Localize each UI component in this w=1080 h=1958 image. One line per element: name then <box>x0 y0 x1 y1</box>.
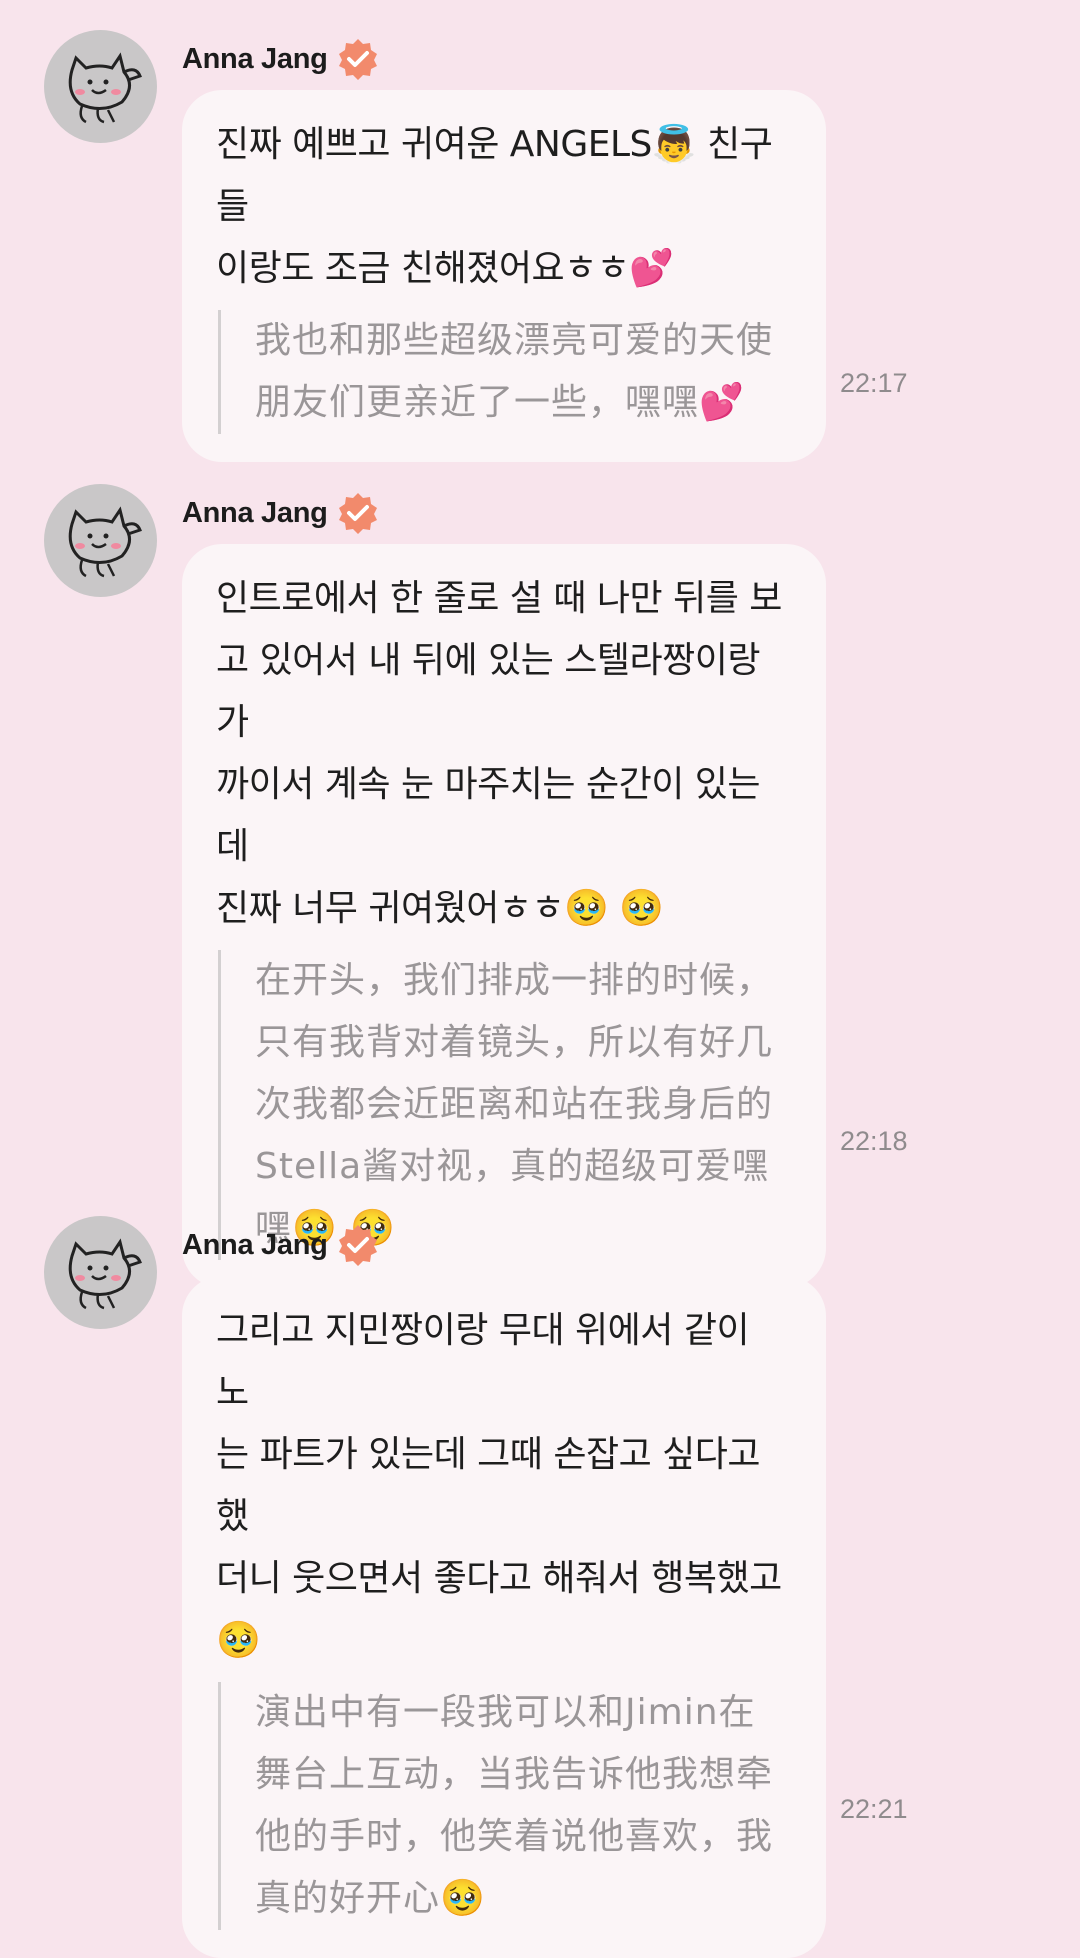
avatar[interactable] <box>44 30 157 143</box>
translation-quote: 在开头，我们排成一排的时候， 只有我背对着镜头，所以有好几 次我都会近距离和站在… <box>218 950 792 1260</box>
message-bubble[interactable]: 그리고 지민짱이랑 무대 위에서 같이 노 는 파트가 있는데 그때 손잡고 싶… <box>182 1276 826 1958</box>
cat-doodle-avatar-icon <box>68 52 142 124</box>
sender-name: Anna Jang <box>182 496 328 529</box>
message-text-korean: 진짜 예쁘고 귀여운 ANGELS👼 친구들 이랑도 조금 친해졌어요ㅎㅎ💕 <box>216 124 773 289</box>
message-text-chinese: 在开头，我们排成一排的时候， 只有我背对着镜头，所以有好几 次我都会近距离和站在… <box>255 960 774 1249</box>
verified-badge-icon <box>338 39 377 80</box>
translation-quote: 我也和那些超级漂亮可爱的天使 朋友们更亲近了一些，嘿嘿💕 <box>218 310 792 434</box>
message-text-chinese: 演出中有一段我可以和Jimin在 舞台上互动，当我告诉他我想牵 他的手时，他笑着… <box>255 1692 774 1919</box>
message-text-korean: 그리고 지민짱이랑 무대 위에서 같이 노 는 파트가 있는데 그때 손잡고 싶… <box>216 1310 782 1661</box>
message-bubble[interactable]: 인트로에서 한 줄로 설 때 나만 뒤를 보 고 있어서 내 뒤에 있는 스텔라… <box>182 544 826 1288</box>
avatar[interactable] <box>44 1216 157 1329</box>
verified-badge-icon <box>338 1225 377 1266</box>
message-timestamp: 22:17 <box>840 368 908 398</box>
message-text-chinese: 我也和那些超级漂亮可爱的天使 朋友们更亲近了一些，嘿嘿💕 <box>255 320 774 423</box>
sender-row: Anna Jang <box>182 36 380 82</box>
sender-name: Anna Jang <box>182 1228 328 1261</box>
sender-row: Anna Jang <box>182 1222 380 1268</box>
translation-quote: 演出中有一段我可以和Jimin在 舞台上互动，当我告诉他我想牵 他的手时，他笑着… <box>218 1682 792 1930</box>
sender-row: Anna Jang <box>182 490 380 536</box>
message-bubble[interactable]: 진짜 예쁘고 귀여운 ANGELS👼 친구들 이랑도 조금 친해졌어요ㅎㅎ💕 我… <box>182 90 826 462</box>
verified-badge-icon <box>338 493 377 534</box>
message-timestamp: 22:21 <box>840 1794 908 1824</box>
cat-doodle-avatar-icon <box>68 1238 142 1310</box>
cat-doodle-avatar-icon <box>68 506 142 578</box>
message-text-korean: 인트로에서 한 줄로 설 때 나만 뒤를 보 고 있어서 내 뒤에 있는 스텔라… <box>216 578 782 929</box>
avatar[interactable] <box>44 484 157 597</box>
message-timestamp: 22:18 <box>840 1126 908 1156</box>
sender-name: Anna Jang <box>182 42 328 75</box>
